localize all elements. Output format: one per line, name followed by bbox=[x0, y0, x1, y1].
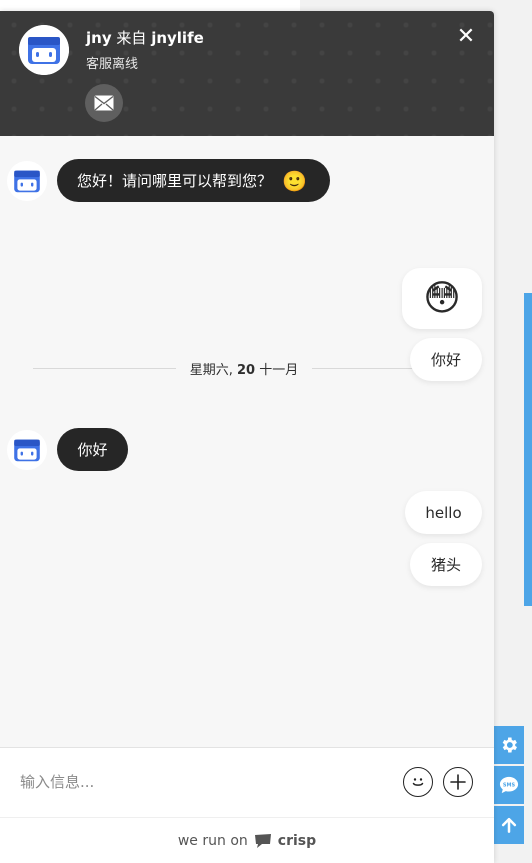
gear-icon bbox=[502, 737, 517, 753]
sms-button[interactable]: SMS bbox=[494, 766, 524, 804]
operator-avatar-small bbox=[7, 430, 47, 470]
arrow-up-icon bbox=[501, 817, 517, 833]
website-name: jnylife bbox=[151, 29, 204, 47]
side-panel-accent bbox=[524, 293, 532, 606]
message-list: 您好！请问哪里可以帮到您？ 🙂 星期六, 20 十一月 😳 你好 ✔查看 bbox=[0, 136, 494, 748]
side-toolbar: SMS bbox=[494, 726, 524, 844]
operator-avatar-small bbox=[7, 161, 47, 201]
operator-status: 客服离线 bbox=[86, 57, 139, 72]
date-day: 20 bbox=[237, 362, 256, 378]
footer-brand: crisp bbox=[277, 832, 317, 849]
plus-icon bbox=[450, 774, 466, 790]
close-icon: ✕ bbox=[456, 24, 476, 49]
envelope-icon bbox=[94, 95, 114, 111]
message-composer bbox=[0, 747, 494, 817]
header-title: jny 来自 jnylife bbox=[86, 27, 204, 48]
svg-text:SMS: SMS bbox=[503, 782, 516, 788]
close-button[interactable]: ✕ bbox=[454, 25, 478, 49]
robot-logo-icon bbox=[7, 430, 47, 470]
robot-logo-icon bbox=[7, 161, 47, 201]
settings-button[interactable] bbox=[494, 726, 524, 764]
message-text: 猪头 bbox=[430, 556, 461, 574]
smiley-icon bbox=[412, 778, 424, 786]
operator-avatar bbox=[19, 25, 69, 75]
operator-name: jny bbox=[86, 29, 112, 47]
crisp-logo-icon bbox=[254, 833, 271, 848]
powered-by-footer[interactable]: we run on crisp bbox=[0, 817, 494, 863]
message-bubble[interactable]: 您好！请问哪里可以帮到您？ 🙂 bbox=[57, 159, 330, 202]
chat-header: jny 来自 jnylife 客服离线 ✕ bbox=[0, 11, 494, 136]
date-label: 星期六, 20 十一月 bbox=[176, 359, 313, 378]
emoji-message-bubble[interactable]: 😳 bbox=[402, 268, 482, 329]
message-text: 你好 bbox=[430, 351, 461, 369]
smiley-emoji: 🙂 bbox=[282, 168, 307, 193]
date-separator: 星期六, 20 十一月 bbox=[33, 358, 455, 378]
message-bubble[interactable]: hello bbox=[405, 491, 482, 534]
back-to-top-button[interactable] bbox=[494, 806, 524, 844]
message-text: 你好 bbox=[77, 441, 108, 459]
message-text: hello bbox=[425, 503, 462, 522]
divider-line bbox=[33, 367, 176, 369]
from-word: 来自 bbox=[116, 29, 147, 47]
flushed-emoji: 😳 bbox=[423, 278, 461, 319]
message-bubble[interactable]: 你好 bbox=[410, 338, 482, 381]
sms-icon: SMS bbox=[499, 776, 519, 794]
chat-widget: jny 来自 jnylife 客服离线 ✕ 您好！请问哪里可以帮到您？ 🙂 星期… bbox=[0, 11, 494, 863]
date-weekday: 星期六, bbox=[189, 362, 233, 378]
message-bubble[interactable]: 你好 bbox=[57, 428, 128, 471]
robot-logo-icon bbox=[19, 25, 69, 75]
emoji-button[interactable] bbox=[403, 767, 433, 797]
message-bubble[interactable]: 猪头 bbox=[410, 543, 482, 586]
attach-button[interactable] bbox=[443, 767, 473, 797]
date-month: 十一月 bbox=[259, 362, 299, 378]
footer-prefix: we run on bbox=[177, 832, 248, 849]
message-text: 您好！请问哪里可以帮到您？ bbox=[77, 172, 273, 190]
message-input[interactable] bbox=[20, 768, 380, 796]
email-button[interactable] bbox=[85, 84, 123, 122]
